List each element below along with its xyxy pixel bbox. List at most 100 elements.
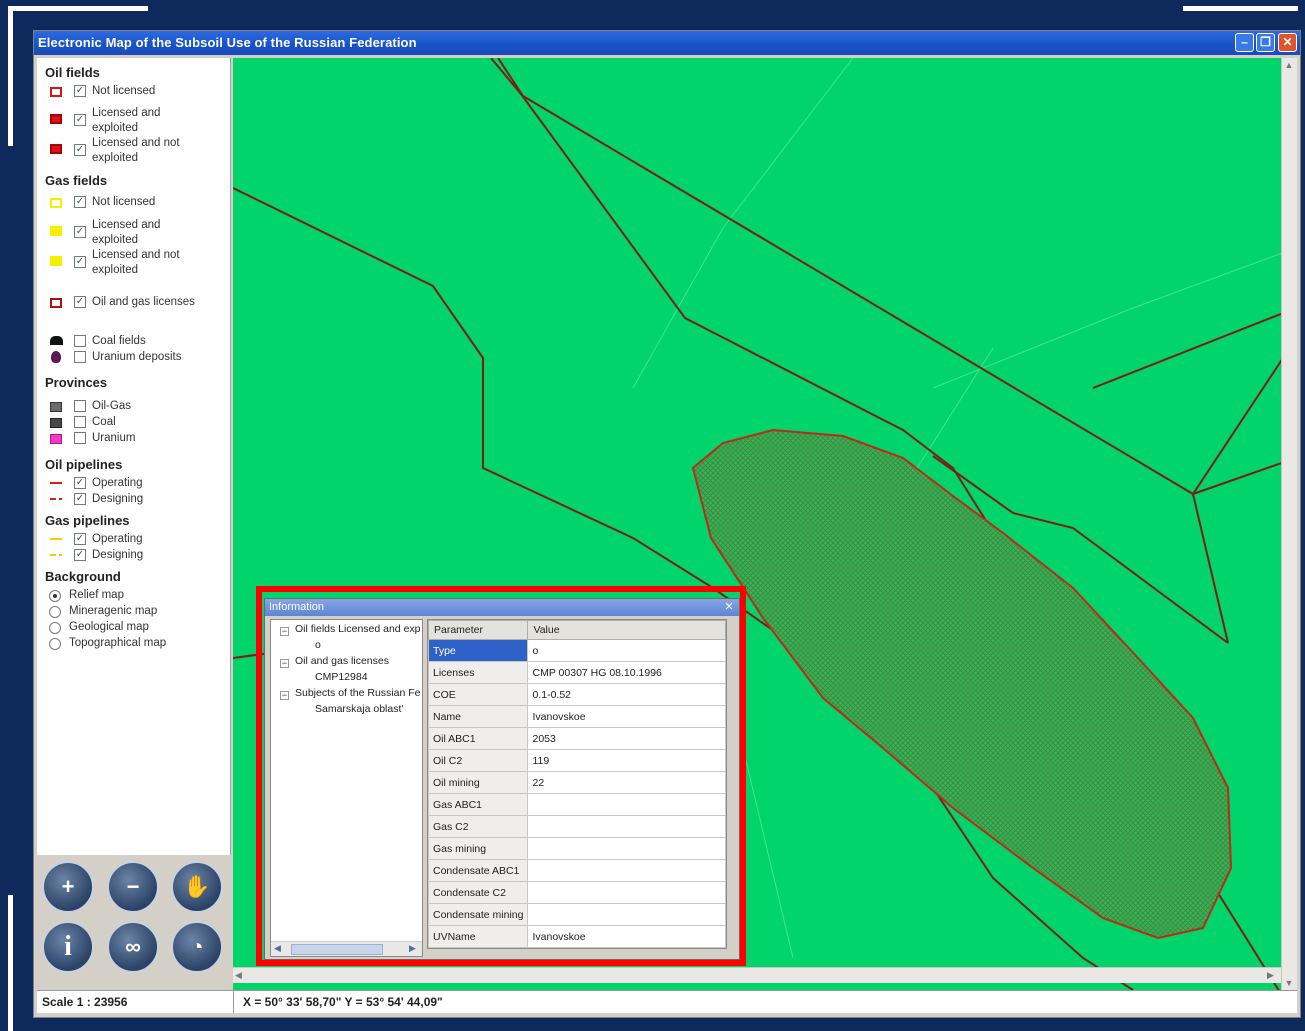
tree-leaf[interactable]: CMP12984 — [315, 671, 368, 683]
red-outline-swatch — [50, 87, 62, 97]
scroll-left-icon[interactable]: ◀ — [235, 970, 245, 980]
legend-label: Operating — [92, 477, 143, 489]
information-title-bar[interactable]: Information ✕ — [265, 599, 739, 616]
legend-label: Licensed and not exploited — [92, 249, 180, 276]
globe-icon: ◔ — [190, 934, 204, 959]
minimize-button[interactable]: – — [1235, 33, 1254, 52]
tree-leaf[interactable]: Samarskaja oblast' — [315, 703, 403, 715]
scroll-up-icon[interactable]: ▲ — [1284, 60, 1294, 70]
search-button[interactable]: ∞ — [107, 921, 159, 973]
checkbox-unchecked[interactable] — [74, 416, 86, 428]
legend-label: Not licensed — [92, 85, 156, 97]
info-tree[interactable]: − Oil fields Licensed and exp o − Oil an… — [270, 619, 423, 957]
radio-dot[interactable] — [49, 606, 61, 618]
table-row[interactable]: Gas C2 — [428, 815, 726, 838]
legend-label: Operating — [92, 533, 143, 545]
param-cell: Name — [428, 705, 529, 728]
table-row[interactable]: Gas ABC1 — [428, 793, 726, 816]
checkbox-checked[interactable]: ✓ — [74, 477, 86, 489]
checkbox-checked[interactable]: ✓ — [74, 226, 86, 238]
radio-dot-selected[interactable] — [49, 590, 61, 602]
table-row[interactable]: COE 0.1-0.52 — [428, 683, 726, 706]
table-row[interactable]: Condensate mining — [428, 903, 726, 926]
radio-dot[interactable] — [49, 638, 61, 650]
dark-gray-swatch — [50, 418, 62, 428]
legend-label: Uranium — [92, 432, 136, 444]
checkbox-unchecked[interactable] — [74, 400, 86, 412]
checkbox-checked[interactable]: ✓ — [74, 114, 86, 126]
legend-label: Oil and gas licenses — [92, 296, 195, 308]
table-row[interactable]: Name Ivanovskoe — [428, 705, 726, 728]
checkbox-checked[interactable]: ✓ — [74, 296, 86, 308]
map-vertical-scrollbar[interactable]: ▲ ▼ — [1281, 58, 1297, 995]
table-row[interactable]: Oil mining 22 — [428, 771, 726, 794]
section-title-gas-fields: Gas fields — [45, 173, 108, 188]
checkbox-checked[interactable]: ✓ — [74, 196, 86, 208]
close-icon[interactable]: ✕ — [723, 601, 735, 613]
yellow-filled-swatch — [50, 226, 62, 236]
section-title-provinces: Provinces — [45, 375, 108, 390]
title-bar: Electronic Map of the Subsoil Use of the… — [34, 31, 1300, 55]
checkbox-unchecked[interactable] — [74, 335, 86, 347]
legend-label: Licensed and exploited — [92, 107, 161, 134]
table-row[interactable]: Condensate C2 — [428, 881, 726, 904]
tree-horizontal-scrollbar[interactable]: ◀ ▶ — [271, 941, 422, 956]
param-cell: UVName — [428, 925, 529, 948]
yellow-hatched-swatch — [50, 256, 62, 266]
maximize-button[interactable]: ❐ — [1256, 33, 1275, 52]
column-header-parameter[interactable]: Parameter — [428, 620, 529, 640]
table-row[interactable]: Oil ABC1 2053 — [428, 727, 726, 750]
zoom-out-button[interactable]: − — [107, 861, 159, 913]
checkbox-checked[interactable]: ✓ — [74, 549, 86, 561]
collapse-icon[interactable]: − — [280, 691, 289, 700]
table-row[interactable]: Type o — [428, 639, 726, 662]
corner-bracket-top-left-vertical — [8, 6, 13, 146]
checkbox-checked[interactable]: ✓ — [74, 85, 86, 97]
tree-node[interactable]: Oil and gas licenses — [295, 655, 389, 667]
zoom-in-button[interactable]: + — [42, 861, 94, 913]
table-row[interactable]: Licenses CMP 00307 HG 08.10.1996 — [428, 661, 726, 684]
param-cell: Condensate ABC1 — [428, 859, 529, 882]
checkbox-unchecked[interactable] — [74, 351, 86, 363]
scroll-thumb[interactable] — [291, 944, 383, 955]
checkbox-checked[interactable]: ✓ — [74, 493, 86, 505]
checkbox-unchecked[interactable] — [74, 432, 86, 444]
checkbox-checked[interactable]: ✓ — [74, 256, 86, 268]
radio-dot[interactable] — [49, 622, 61, 634]
oil-field-polygon[interactable] — [691, 428, 1233, 940]
section-title-background: Background — [45, 569, 121, 584]
scroll-left-icon[interactable]: ◀ — [274, 943, 281, 954]
scroll-right-icon[interactable]: ▶ — [409, 943, 416, 954]
collapse-icon[interactable]: − — [280, 659, 289, 668]
info-button[interactable]: i — [42, 921, 94, 973]
full-extent-button[interactable]: ◔ — [171, 921, 223, 973]
pan-button[interactable]: ✋ — [171, 861, 223, 913]
value-cell — [527, 859, 726, 882]
table-row[interactable]: UVName Ivanovskoe — [428, 925, 726, 948]
column-header-value[interactable]: Value — [527, 620, 726, 640]
map-horizontal-scrollbar[interactable]: ◀ ▶ — [233, 967, 1281, 983]
param-cell: Licenses — [428, 661, 529, 684]
tree-leaf[interactable]: o — [315, 639, 321, 651]
scroll-down-icon[interactable]: ▼ — [1284, 978, 1294, 988]
checkbox-checked[interactable]: ✓ — [74, 144, 86, 156]
radio-label: Geological map — [69, 621, 149, 633]
collapse-icon[interactable]: − — [280, 627, 289, 636]
table-row[interactable]: Gas mining — [428, 837, 726, 860]
status-separator — [233, 991, 234, 1013]
checkbox-checked[interactable]: ✓ — [74, 533, 86, 545]
information-title: Information — [269, 601, 325, 613]
uranium-icon — [51, 351, 61, 363]
value-cell: 119 — [527, 749, 726, 772]
tree-node[interactable]: Oil fields Licensed and exp — [295, 623, 421, 635]
legend-panel: Oil fields ✓ Not licensed ✓ Licensed and… — [37, 58, 231, 855]
table-row[interactable]: Condensate ABC1 — [428, 859, 726, 882]
legend-label: Designing — [92, 493, 144, 505]
table-row[interactable]: Oil C2 119 — [428, 749, 726, 772]
information-window[interactable]: Information ✕ − Oil fields Licensed and … — [264, 598, 740, 960]
value-cell — [527, 815, 726, 838]
value-cell: 2053 — [527, 727, 726, 750]
scroll-right-icon[interactable]: ▶ — [1267, 970, 1277, 980]
close-button[interactable]: ✕ — [1278, 33, 1297, 52]
tree-node[interactable]: Subjects of the Russian Fe — [295, 687, 420, 699]
